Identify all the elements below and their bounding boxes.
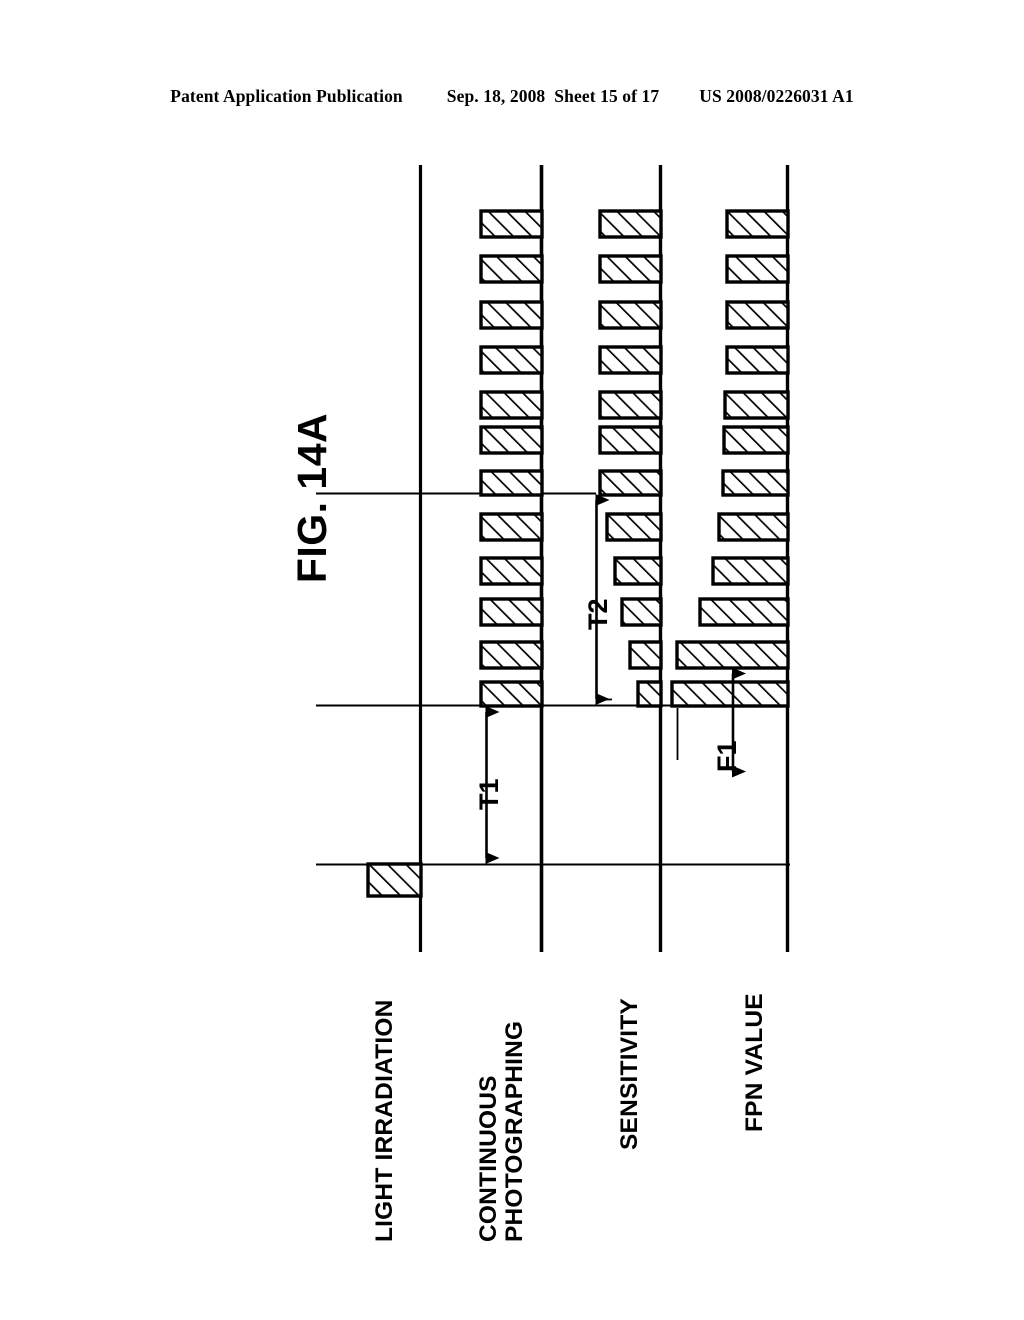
pulse-bar: [479, 254, 544, 284]
pulse-bar: [636, 680, 663, 708]
row-label-line: LIGHT IRRADIATION: [371, 999, 398, 1242]
row-label-continuous-photographing: CONTINUOUS PHOTOGRAPHING: [475, 1020, 528, 1242]
pulse-bar: [628, 640, 663, 670]
pulse-bar: [479, 469, 544, 497]
pulse-bar: [698, 597, 790, 627]
pulse-bar: [721, 469, 790, 497]
pulse-bar: [479, 390, 544, 420]
pulse-bar: [598, 254, 663, 284]
row-sensitivity-pulses: [598, 209, 663, 708]
pulse-bar: [479, 597, 544, 627]
row-label-line: SENSITIVITY: [616, 998, 643, 1150]
pulse-bar: [670, 680, 790, 708]
row-light-irradiation-pulses: [366, 862, 423, 898]
pulse-bar: [722, 425, 790, 455]
row-continuous-photographing-pulses: [479, 209, 544, 708]
pulse-bar: [479, 209, 544, 239]
dimension-label-f1: F1: [712, 740, 742, 772]
pulse-bar: [598, 300, 663, 330]
pulse-bar: [479, 556, 544, 586]
pulse-bar: [725, 300, 790, 330]
pulse-bar: [598, 425, 663, 455]
pulse-bar: [605, 512, 663, 542]
pulse-bar: [479, 300, 544, 330]
pulse-bar: [479, 512, 544, 542]
pulse-bar: [479, 345, 544, 375]
row-fpn-value-pulses: [670, 209, 790, 708]
reference-lines: [316, 492, 790, 866]
pulse-bar: [598, 209, 663, 239]
row-label-line: PHOTOGRAPHING: [500, 1020, 528, 1242]
pulse-bar: [598, 390, 663, 420]
pulse-bar: [725, 254, 790, 284]
pulse-bar: [479, 640, 544, 670]
pulse-bar: [717, 512, 790, 542]
row-label-line: FPN VALUE: [741, 993, 768, 1132]
row-label-fpn-value: FPN VALUE: [741, 993, 768, 1132]
pulse-bar: [479, 680, 544, 708]
pulse-bar: [711, 556, 790, 586]
pulse-bar: [598, 345, 663, 375]
row-label-light-irradiation: LIGHT IRRADIATION: [371, 999, 398, 1242]
pulse-bar: [723, 390, 790, 420]
dimension-label-t1: T1: [474, 778, 504, 810]
dimension-label-t2: T2: [583, 598, 613, 630]
pulse-bar: [366, 862, 423, 898]
patent-page: Patent Application Publication Sep. 18, 2…: [0, 0, 1024, 1320]
pulse-bar: [675, 640, 790, 670]
pulse-bar: [620, 597, 663, 627]
pulse-bar: [725, 209, 790, 239]
pulse-bar: [479, 425, 544, 455]
pulse-bar: [598, 469, 663, 497]
row-label-line: CONTINUOUS: [475, 1075, 502, 1242]
pulse-bar: [725, 345, 790, 375]
pulse-bar: [613, 556, 663, 586]
row-label-sensitivity: SENSITIVITY: [616, 998, 643, 1150]
